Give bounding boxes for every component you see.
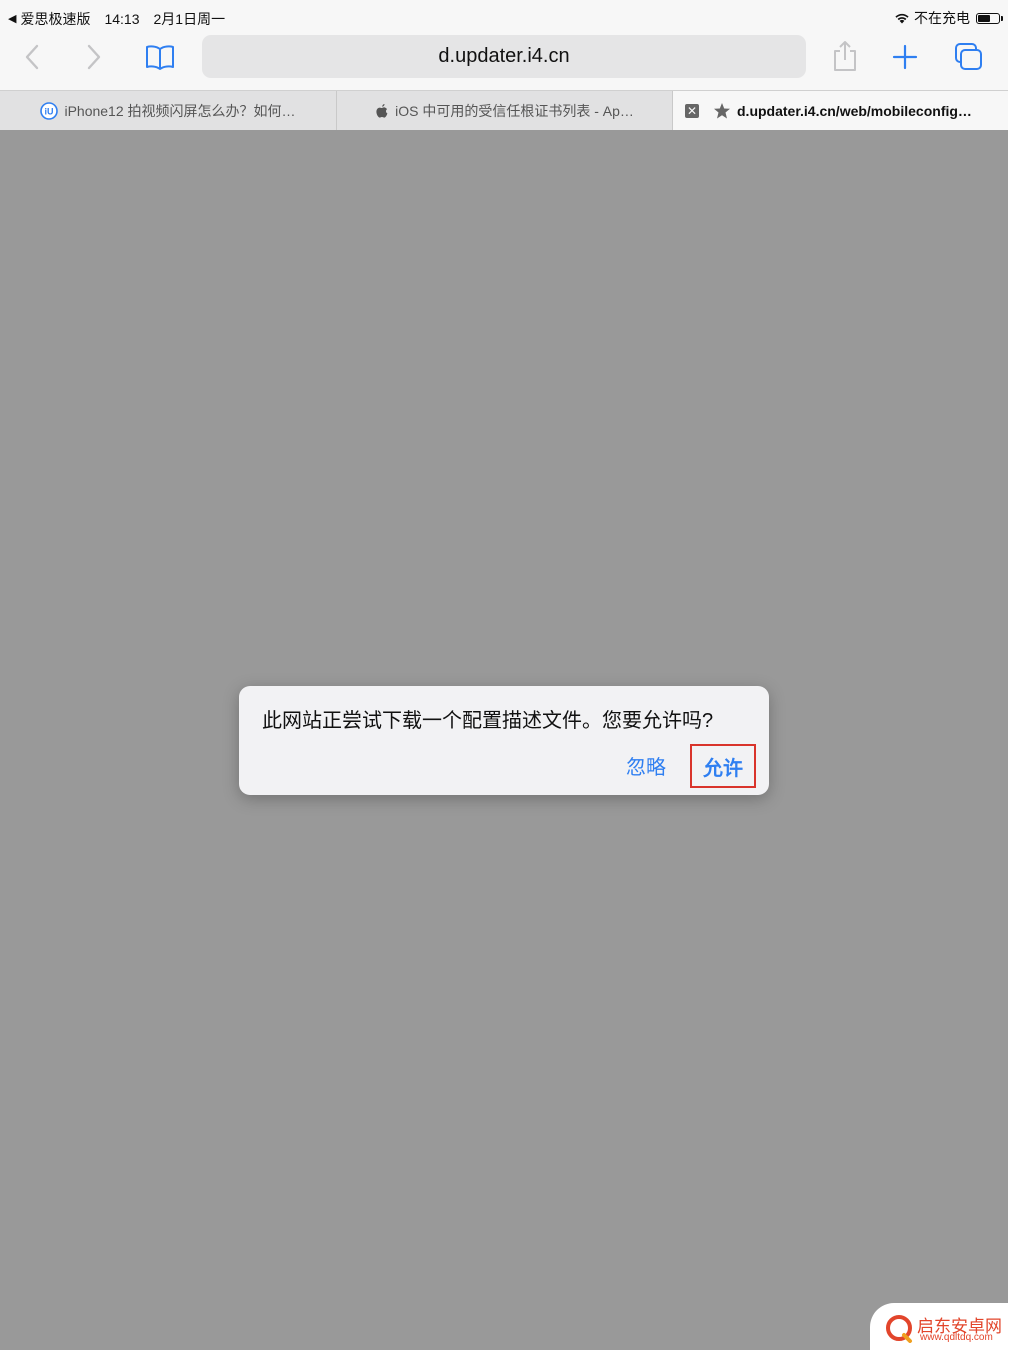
status-date: 2月1日周一 <box>153 11 226 27</box>
battery-icon <box>976 12 1003 24</box>
back-app-label[interactable]: 爱思极速版 <box>20 9 90 29</box>
forward-icon[interactable] <box>82 42 106 72</box>
tab-iphone12-article[interactable]: iU iPhone12 拍视频闪屏怎么办？如何… <box>0 91 336 130</box>
status-right: 不在充电 <box>894 8 1003 28</box>
i4-icon: iU <box>40 101 59 120</box>
ignore-button[interactable]: 忽略 <box>626 751 666 780</box>
status-left: ◀ 爱思极速版 14:13 2月1日周一 <box>8 9 225 29</box>
battery-fill <box>978 14 991 22</box>
star-icon <box>713 102 731 120</box>
wifi-icon <box>895 13 909 24</box>
new-tab-icon[interactable] <box>890 42 920 72</box>
allow-button[interactable]: 允许 <box>690 744 756 788</box>
svg-text:iU: iU <box>45 106 54 116</box>
watermark: 启东安卓网 www.qdltdq.com <box>870 1303 1008 1350</box>
download-profile-alert: 此网站正尝试下载一个配置描述文件。您要允许吗? 忽略 允许 <box>239 686 769 795</box>
bookmarks-icon[interactable] <box>142 42 178 72</box>
address-url: d.updater.i4.cn <box>438 45 570 67</box>
watermark-logo-icon <box>886 1315 912 1343</box>
share-icon[interactable] <box>830 38 860 74</box>
watermark-url: www.qdltdq.com <box>920 1332 993 1343</box>
close-tab-icon[interactable]: ✕ <box>685 103 699 118</box>
ipad-screen: ◀ 爱思极速版 14:13 2月1日周一 不在充电 d.updater.i4.c… <box>0 0 1008 1350</box>
tab-ios-root-certificates[interactable]: iOS 中可用的受信任根证书列表 - Ap… <box>336 91 672 130</box>
apple-icon <box>375 103 389 119</box>
tab-bar: iU iPhone12 拍视频闪屏怎么办？如何… iOS 中可用的受信任根证书列… <box>0 90 1008 130</box>
status-bar: ◀ 爱思极速版 14:13 2月1日周一 不在充电 <box>0 0 1008 34</box>
tab-title: iPhone12 拍视频闪屏怎么办？如何… <box>64 102 296 119</box>
browser-toolbar: d.updater.i4.cn <box>0 34 1008 90</box>
tab-mobileconfig[interactable]: ✕ d.updater.i4.cn/web/mobileconfig… <box>672 91 1008 130</box>
tabs-overview-icon[interactable] <box>950 40 986 74</box>
back-to-app-icon[interactable]: ◀ <box>8 12 16 26</box>
tab-title: d.updater.i4.cn/web/mobileconfig… <box>737 102 972 119</box>
status-time: 14:13 <box>104 11 140 27</box>
alert-message: 此网站正尝试下载一个配置描述文件。您要允许吗? <box>262 710 714 732</box>
charging-status: 不在充电 <box>914 10 970 26</box>
battery-nub <box>1001 15 1003 21</box>
tab-title: iOS 中可用的受信任根证书列表 - Ap… <box>395 102 634 119</box>
back-icon[interactable] <box>20 42 44 72</box>
address-bar[interactable]: d.updater.i4.cn <box>202 35 806 78</box>
